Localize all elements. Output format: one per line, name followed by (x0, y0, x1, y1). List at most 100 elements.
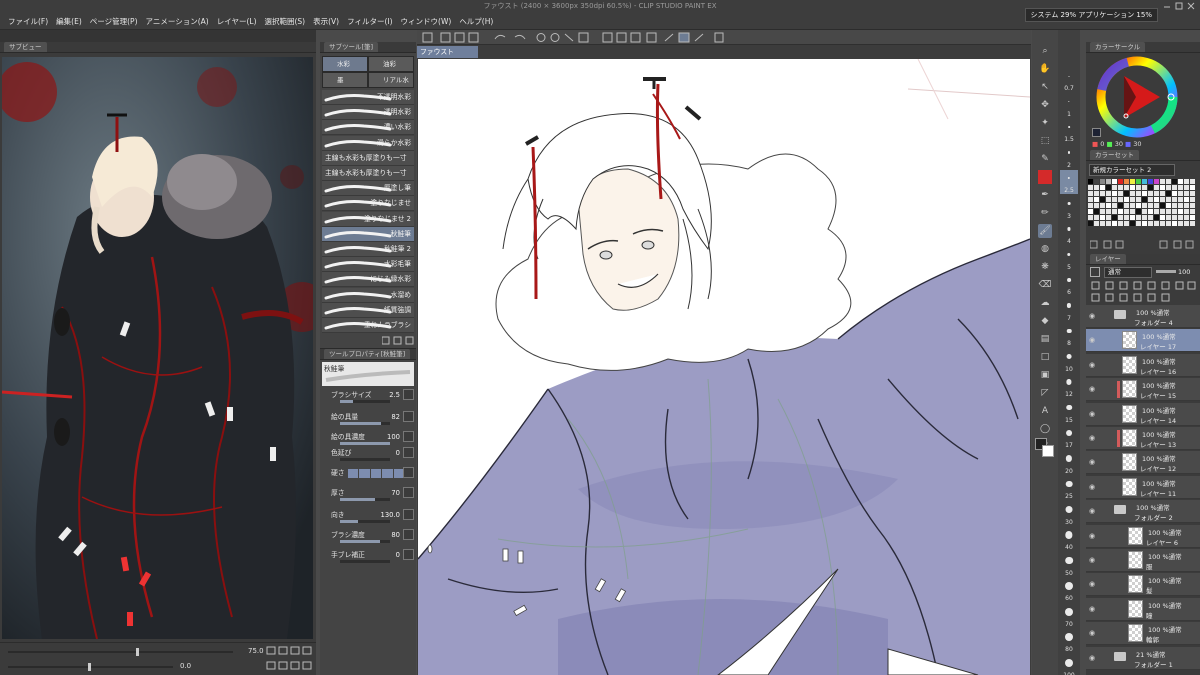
color-swatch[interactable] (1148, 179, 1153, 184)
color-swatch[interactable] (1178, 197, 1183, 202)
visibility-eye-icon[interactable]: ◉ (1089, 556, 1097, 564)
color-swatch[interactable] (1160, 215, 1165, 220)
layer-row[interactable]: ◉ 100 %通常瞳 (1086, 597, 1200, 621)
color-swatch[interactable] (1136, 179, 1141, 184)
color-swatch[interactable] (1106, 215, 1111, 220)
color-swatch[interactable] (1172, 179, 1177, 184)
color-swatch[interactable] (1088, 203, 1093, 208)
color-swatch[interactable] (1118, 203, 1123, 208)
color-swatch[interactable] (1106, 203, 1111, 208)
brush-item[interactable]: 秋鮭筆 2 (322, 242, 414, 257)
color-swatch[interactable] (1094, 197, 1099, 202)
property-toggle[interactable] (403, 529, 414, 540)
color-swatch[interactable] (1166, 203, 1171, 208)
color-swatch[interactable] (1112, 191, 1117, 196)
drawing-canvas[interactable] (418, 59, 1030, 675)
subview-tab[interactable]: サブビュー (4, 42, 47, 52)
color-swatch[interactable] (1148, 221, 1153, 226)
color-swatch[interactable] (1190, 197, 1195, 202)
color-swatch[interactable] (1166, 185, 1171, 190)
visibility-eye-icon[interactable]: ◉ (1089, 312, 1097, 320)
brush-item[interactable]: 重ねムラブラシ (322, 318, 414, 333)
zoom-tool-icon[interactable]: ⌕ (1038, 44, 1052, 58)
layer-type-icon[interactable] (1090, 267, 1100, 277)
color-swatch[interactable] (1166, 221, 1171, 226)
visibility-eye-icon[interactable]: ◉ (1089, 434, 1097, 442)
color-swatch[interactable] (1160, 185, 1165, 190)
color-swatch[interactable] (1130, 221, 1135, 226)
color-swatch[interactable] (1148, 209, 1153, 214)
menu-edit[interactable]: 編集(E) (52, 13, 86, 30)
property-row[interactable]: ブラシサイズ 2.5 (326, 389, 414, 404)
property-toggle[interactable] (403, 467, 414, 478)
menu-filter[interactable]: フィルター(I) (343, 13, 396, 30)
visibility-eye-icon[interactable]: ◉ (1089, 605, 1097, 613)
brush-size-option[interactable]: 5 (1060, 247, 1078, 271)
pencil-tool-icon[interactable]: ✏ (1038, 206, 1052, 220)
text-tool-icon[interactable]: A (1038, 404, 1052, 418)
color-swatch[interactable] (1190, 203, 1195, 208)
color-swatch[interactable] (1178, 191, 1183, 196)
zoom-slider[interactable] (8, 648, 233, 656)
selection-icon[interactable]: ⬚ (1038, 134, 1052, 148)
brush-item[interactable]: 水彩毛筆 (322, 257, 414, 273)
layer-opacity-value[interactable]: 100 (1178, 267, 1198, 278)
brush-size-option[interactable]: 50 (1060, 553, 1078, 577)
menu-animation[interactable]: アニメーション(A) (142, 13, 213, 30)
layer-row[interactable]: ◉ 100 %通常髪 (1086, 573, 1200, 597)
color-swatch[interactable] (1190, 179, 1195, 184)
color-set-footer-icons[interactable] (1090, 240, 1196, 250)
brush-item[interactable]: 厚塗し筆 (322, 181, 414, 197)
color-swatch-grid[interactable] (1088, 179, 1198, 237)
color-swatch[interactable] (1142, 191, 1147, 196)
layer-row[interactable]: ◉ 100 %通常服 (1086, 549, 1200, 572)
color-swatch[interactable] (1124, 209, 1129, 214)
color-swatch[interactable] (1190, 209, 1195, 214)
color-swatch[interactable] (1142, 185, 1147, 190)
color-swatch[interactable] (1112, 209, 1117, 214)
menu-page[interactable]: ページ管理(P) (86, 13, 142, 30)
color-swatch[interactable] (1136, 203, 1141, 208)
color-swatch[interactable] (1118, 215, 1123, 220)
visibility-eye-icon[interactable]: ◉ (1089, 458, 1097, 466)
color-swatch[interactable] (1160, 203, 1165, 208)
subtool-tab[interactable]: サブツール[筆] (324, 42, 379, 52)
brush-size-option[interactable]: 40 (1060, 527, 1078, 551)
color-swatch[interactable] (1130, 209, 1135, 214)
opacity-slider[interactable] (1156, 270, 1176, 273)
brush-size-option[interactable]: 2 (1060, 145, 1078, 169)
property-row[interactable]: 絵の具濃度 100 (326, 431, 414, 446)
color-swatch[interactable] (1130, 215, 1135, 220)
color-swatch[interactable] (1184, 203, 1189, 208)
fill-color-icon[interactable] (1038, 170, 1052, 184)
color-swatch[interactable] (1166, 191, 1171, 196)
color-swatch[interactable] (1190, 191, 1195, 196)
sub-color-swatch[interactable] (1042, 445, 1054, 457)
color-swatch[interactable] (1154, 191, 1159, 196)
color-swatch[interactable] (1100, 203, 1105, 208)
property-toggle[interactable] (403, 447, 414, 458)
operation-tool-icon[interactable]: ↖ (1038, 80, 1052, 94)
brush-item[interactable]: 塗りなじませ 2 (322, 211, 414, 227)
brush-size-option[interactable]: 2.5 (1060, 170, 1078, 194)
menu-layer[interactable]: レイヤー(L) (213, 13, 261, 30)
color-swatch[interactable] (1130, 191, 1135, 196)
color-swatch[interactable] (1106, 209, 1111, 214)
color-swatch[interactable] (1118, 179, 1123, 184)
brush-size-option[interactable]: 1 (1060, 94, 1078, 118)
color-swatch[interactable] (1184, 185, 1189, 190)
color-swatch[interactable] (1088, 221, 1093, 226)
layer-tab[interactable]: レイヤー (1090, 254, 1126, 264)
brush-tool-icon[interactable]: 🖌 (1038, 224, 1052, 238)
color-swatch[interactable] (1178, 221, 1183, 226)
subview-image[interactable] (2, 57, 313, 639)
color-swatch[interactable] (1124, 203, 1129, 208)
color-swatch[interactable] (1088, 185, 1093, 190)
color-swatch[interactable] (1094, 221, 1099, 226)
color-swatch[interactable] (1100, 209, 1105, 214)
property-slider[interactable] (340, 560, 390, 563)
color-swatch[interactable] (1148, 197, 1153, 202)
property-toggle[interactable] (403, 509, 414, 520)
color-swatch[interactable] (1178, 203, 1183, 208)
visibility-eye-icon[interactable]: ◉ (1089, 629, 1097, 637)
